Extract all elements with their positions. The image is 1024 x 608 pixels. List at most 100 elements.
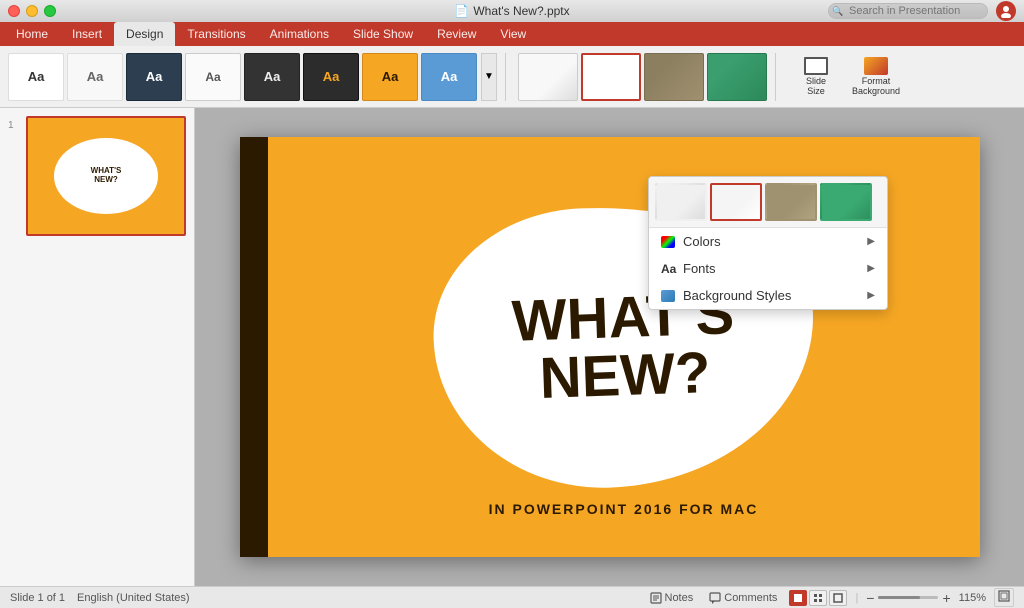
font-icon: Aa bbox=[661, 262, 675, 276]
slide-thumb-inner: WHAT'SNEW? bbox=[28, 118, 184, 234]
dd-thumb-3[interactable] bbox=[765, 183, 817, 221]
theme-more-button[interactable]: ▼ bbox=[481, 53, 497, 101]
dropdown-fonts-arrow: ▶ bbox=[867, 263, 875, 274]
slide-thumbnail-1[interactable]: WHAT'SNEW? bbox=[26, 116, 186, 236]
dropdown-item-colors[interactable]: Colors ▶ bbox=[649, 228, 887, 255]
tab-insert[interactable]: Insert bbox=[60, 22, 114, 46]
palette-icon bbox=[661, 236, 675, 248]
search-input[interactable] bbox=[828, 3, 988, 19]
user-icon bbox=[999, 4, 1013, 18]
dropdown-colors-arrow: ▶ bbox=[867, 236, 875, 247]
minimize-button[interactable] bbox=[26, 5, 38, 17]
theme-right-section bbox=[518, 53, 767, 101]
theme-thumb-1[interactable]: Aa bbox=[8, 53, 64, 101]
comments-icon bbox=[709, 592, 721, 604]
slide-left-bar bbox=[240, 137, 268, 557]
theme-thumb-3[interactable]: Aa bbox=[126, 53, 182, 101]
divider-line: | bbox=[855, 592, 858, 604]
theme-thumb-4[interactable]: Aa bbox=[185, 53, 241, 101]
tab-animations[interactable]: Animations bbox=[258, 22, 341, 46]
dd-thumb-2[interactable] bbox=[710, 183, 762, 221]
comments-label: Comments bbox=[724, 592, 777, 604]
divider-2 bbox=[775, 53, 776, 101]
zoom-track bbox=[878, 596, 920, 599]
notes-label: Notes bbox=[665, 592, 694, 604]
tab-design[interactable]: Design bbox=[114, 22, 175, 46]
theme-variant-1[interactable] bbox=[518, 53, 578, 101]
slide-subtitle: IN POWERPOINT 2016 FOR MAC bbox=[268, 501, 980, 517]
dropdown-menu: Colors ▶ Aa Fonts ▶ Background Styles ▶ bbox=[648, 176, 888, 310]
title-bar-right bbox=[828, 1, 1016, 21]
divider bbox=[505, 53, 506, 101]
view-normal-icon bbox=[793, 593, 803, 603]
main-area: 1 WHAT'SNEW? WHAT'S NEW? IN POWERPOINT 2… bbox=[0, 108, 1024, 586]
zoom-slider[interactable] bbox=[878, 596, 938, 599]
zoom-plus-button[interactable]: + bbox=[942, 590, 950, 606]
slide-info: Slide 1 of 1 bbox=[10, 592, 65, 604]
slide-number: 1 bbox=[8, 116, 22, 131]
close-button[interactable] bbox=[8, 5, 20, 17]
dropdown-colors-label: Colors bbox=[683, 234, 721, 249]
theme-grid: Aa Aa Aa Aa Aa Aa Aa Aa bbox=[8, 53, 477, 101]
theme-variant-2[interactable] bbox=[581, 53, 641, 101]
tab-home[interactable]: Home bbox=[4, 22, 60, 46]
status-bar-right: Notes Comments bbox=[646, 588, 1015, 607]
theme-variant-4[interactable] bbox=[707, 53, 767, 101]
notes-icon bbox=[650, 592, 662, 604]
dropdown-theme-row bbox=[649, 177, 887, 228]
tab-view[interactable]: View bbox=[488, 22, 538, 46]
fit-button[interactable] bbox=[994, 588, 1014, 607]
slide-editor[interactable]: WHAT'S NEW? IN POWERPOINT 2016 FOR MAC C… bbox=[195, 108, 1024, 586]
slide-panel: 1 WHAT'SNEW? bbox=[0, 108, 195, 586]
dropdown-fonts-label: Fonts bbox=[683, 261, 716, 276]
background-icon bbox=[661, 290, 675, 302]
dd-thumb-1[interactable] bbox=[655, 183, 707, 221]
theme-thumb-2[interactable]: Aa bbox=[67, 53, 123, 101]
slide-thumbnail-wrapper: 1 WHAT'SNEW? bbox=[8, 116, 186, 236]
theme-thumb-8[interactable]: Aa bbox=[421, 53, 477, 101]
fit-icon bbox=[998, 590, 1010, 602]
tab-slide-show[interactable]: Slide Show bbox=[341, 22, 425, 46]
maximize-button[interactable] bbox=[44, 5, 56, 17]
comments-button[interactable]: Comments bbox=[705, 591, 781, 605]
language-info: English (United States) bbox=[77, 592, 190, 604]
slide-thumb-text: WHAT'SNEW? bbox=[91, 167, 122, 185]
dropdown-item-fonts[interactable]: Aa Fonts ▶ bbox=[649, 255, 887, 282]
theme-thumb-6[interactable]: Aa bbox=[303, 53, 359, 101]
search-wrapper bbox=[828, 3, 988, 19]
title-bar: 📄 What's New?.pptx bbox=[0, 0, 1024, 22]
notes-button[interactable]: Notes bbox=[646, 591, 698, 605]
zoom-minus-button[interactable]: − bbox=[866, 590, 874, 606]
view-reading-button[interactable] bbox=[829, 590, 847, 606]
window-controls bbox=[8, 5, 56, 17]
title-bar-center: 📄 What's New?.pptx bbox=[454, 4, 569, 18]
zoom-level: 115% bbox=[959, 592, 986, 604]
slide-size-label: SlideSize bbox=[806, 77, 826, 97]
theme-thumb-7[interactable]: Aa bbox=[362, 53, 418, 101]
filename: What's New?.pptx bbox=[473, 4, 569, 18]
dropdown-background-arrow: ▶ bbox=[867, 290, 875, 301]
slide-size-button[interactable]: SlideSize bbox=[788, 53, 844, 101]
format-background-icon bbox=[864, 57, 888, 75]
view-grid-icon bbox=[813, 593, 823, 603]
view-reading-icon bbox=[833, 593, 843, 603]
ribbon-actions: SlideSize FormatBackground bbox=[788, 53, 904, 101]
ribbon-tabs: Home Insert Design Transitions Animation… bbox=[0, 22, 1024, 46]
format-background-label: FormatBackground bbox=[852, 77, 900, 97]
file-icon: 📄 bbox=[454, 4, 469, 18]
user-avatar[interactable] bbox=[996, 1, 1016, 21]
dropdown-item-background[interactable]: Background Styles ▶ bbox=[649, 282, 887, 309]
view-normal-button[interactable] bbox=[789, 590, 807, 606]
tab-review[interactable]: Review bbox=[425, 22, 488, 46]
ribbon: Home Insert Design Transitions Animation… bbox=[0, 22, 1024, 108]
ribbon-content: Aa Aa Aa Aa Aa Aa Aa Aa ▼ Sli bbox=[0, 46, 1024, 108]
view-grid-button[interactable] bbox=[809, 590, 827, 606]
theme-thumb-5[interactable]: Aa bbox=[244, 53, 300, 101]
format-background-button[interactable]: FormatBackground bbox=[848, 53, 904, 101]
slide-size-icon bbox=[804, 57, 828, 75]
dd-thumb-4[interactable] bbox=[820, 183, 872, 221]
theme-variant-3[interactable] bbox=[644, 53, 704, 101]
dropdown-background-label: Background Styles bbox=[683, 288, 791, 303]
tab-transitions[interactable]: Transitions bbox=[175, 22, 257, 46]
status-bar: Slide 1 of 1 English (United States) Not… bbox=[0, 586, 1024, 608]
